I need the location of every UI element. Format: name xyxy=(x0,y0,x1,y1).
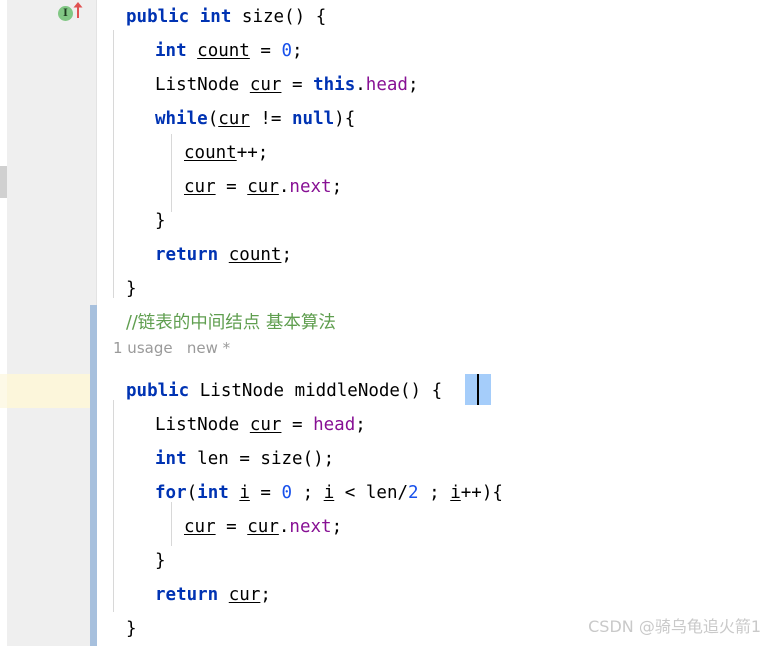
vcs-change-bar[interactable] xyxy=(90,305,97,646)
code-content-area[interactable]: public int size() {int count = 0; ListNod… xyxy=(97,0,773,646)
code-line[interactable]: ListNode cur = head; xyxy=(155,408,366,442)
caret-line-gutter-highlight xyxy=(7,374,90,408)
indent-guide xyxy=(171,134,172,212)
code-line[interactable]: public ListNode middleNode() { xyxy=(126,374,442,408)
code-line[interactable]: int len = size(); xyxy=(155,442,334,476)
code-line[interactable]: public int size() { xyxy=(126,0,326,34)
code-line[interactable]: ListNode cur = this.head; xyxy=(155,68,419,102)
code-line[interactable]: } xyxy=(126,612,137,646)
watermark-text: CSDN @骑乌龟追火箭1 xyxy=(588,617,761,636)
indent-guide xyxy=(113,400,114,612)
editor-gutter[interactable] xyxy=(7,0,97,646)
inlay-hint-usages[interactable]: 1 usage new * xyxy=(113,338,230,358)
code-line[interactable]: while(cur != null){ xyxy=(155,102,355,136)
code-line[interactable]: } xyxy=(126,272,137,306)
left-marker-thumb[interactable] xyxy=(0,166,7,198)
code-line[interactable]: } xyxy=(155,204,166,238)
overriding-method-icon[interactable]: I xyxy=(58,6,73,21)
code-line[interactable]: cur = cur.next; xyxy=(184,510,342,544)
code-line[interactable]: int count = 0; xyxy=(155,34,303,68)
code-line[interactable]: return count; xyxy=(155,238,292,272)
code-line[interactable]: //链表的中间结点 基本算法 xyxy=(126,306,336,340)
text-caret xyxy=(477,374,479,405)
indent-guide xyxy=(113,30,114,298)
code-line[interactable]: } xyxy=(155,544,166,578)
code-editor-window: 1871881891901911921931941951961971981992… xyxy=(0,0,773,646)
implements-arrow-icon xyxy=(73,2,83,18)
left-marker-strip[interactable] xyxy=(0,0,7,646)
code-line[interactable]: cur = cur.next; xyxy=(184,170,342,204)
code-line[interactable]: return cur; xyxy=(155,578,271,612)
code-line[interactable]: count++; xyxy=(184,136,268,170)
code-line[interactable]: for(int i = 0 ; i < len/2 ; i++){ xyxy=(155,476,503,510)
